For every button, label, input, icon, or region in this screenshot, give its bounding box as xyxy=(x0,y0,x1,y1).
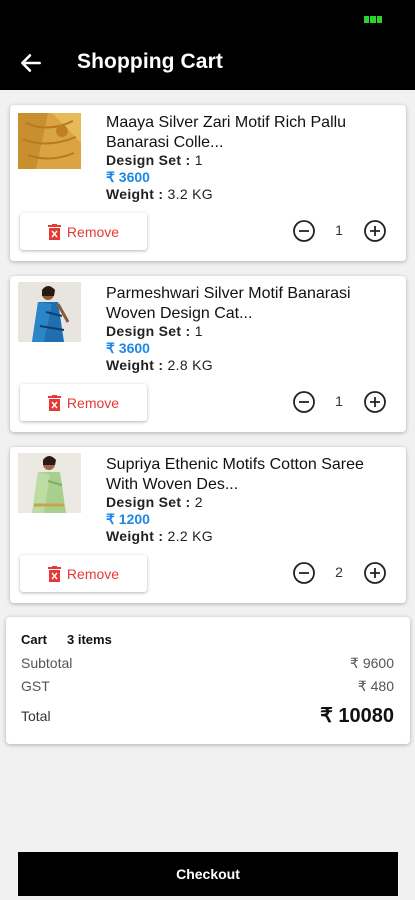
cart-item-count: 3 items xyxy=(67,632,112,647)
remove-label: Remove xyxy=(66,565,120,582)
product-image[interactable] xyxy=(18,113,81,169)
cart-summary: Cart 3 items Subtotal ₹ 9600 GST ₹ 480 T… xyxy=(6,617,410,744)
back-arrow-icon[interactable] xyxy=(18,50,44,76)
product-name: Maaya Silver Zari Motif Rich Pallu Banar… xyxy=(106,114,347,151)
checkout-button[interactable]: Checkout xyxy=(18,852,398,896)
product-weight: Weight : 3.2 KG xyxy=(106,186,213,202)
decrease-quantity-icon[interactable] xyxy=(292,219,316,243)
remove-label: Remove xyxy=(66,394,120,411)
battery-icon xyxy=(364,16,382,23)
design-set: Design Set : 1 xyxy=(106,152,203,168)
remove-button[interactable]: Remove xyxy=(20,213,147,250)
increase-quantity-icon[interactable] xyxy=(363,219,387,243)
cart-item-card: Supriya Ethenic Motifs Cotton Saree With… xyxy=(10,447,406,603)
subtotal-value: ₹ 9600 xyxy=(350,655,394,671)
product-image[interactable] xyxy=(18,282,81,342)
app-bar: Shopping Cart xyxy=(0,38,415,90)
trash-icon xyxy=(47,394,61,411)
remove-label: Remove xyxy=(66,223,120,240)
gst-label: GST xyxy=(21,678,50,694)
increase-quantity-icon[interactable] xyxy=(363,390,387,414)
cart-item-card: Maaya Silver Zari Motif Rich Pallu Banar… xyxy=(10,105,406,261)
gst-value: ₹ 480 xyxy=(357,678,394,694)
product-image[interactable] xyxy=(18,453,81,513)
product-name: Parmeshwari Silver Motif Banarasi Woven … xyxy=(106,285,351,322)
product-price: ₹ 3600 xyxy=(106,340,150,356)
quantity-value: 2 xyxy=(335,564,343,580)
quantity-value: 1 xyxy=(335,393,343,409)
product-weight: Weight : 2.8 KG xyxy=(106,357,213,373)
quantity-value: 1 xyxy=(335,222,343,238)
cart-label: Cart xyxy=(21,632,48,647)
decrease-quantity-icon[interactable] xyxy=(292,561,316,585)
trash-icon xyxy=(47,565,61,582)
status-bar xyxy=(0,0,415,38)
total-label: Total xyxy=(21,708,51,724)
product-name: Supriya Ethenic Motifs Cotton Saree With… xyxy=(106,456,364,493)
product-price: ₹ 1200 xyxy=(106,511,150,527)
product-weight: Weight : 2.2 KG xyxy=(106,528,213,544)
product-price: ₹ 3600 xyxy=(106,169,150,185)
subtotal-label: Subtotal xyxy=(21,655,73,671)
trash-icon xyxy=(47,223,61,240)
increase-quantity-icon[interactable] xyxy=(363,561,387,585)
design-set: Design Set : 2 xyxy=(106,494,203,510)
decrease-quantity-icon[interactable] xyxy=(292,390,316,414)
page-title: Shopping Cart xyxy=(77,50,223,73)
cart-item-card: Parmeshwari Silver Motif Banarasi Woven … xyxy=(10,276,406,432)
remove-button[interactable]: Remove xyxy=(20,384,147,421)
total-value: ₹ 10080 xyxy=(320,705,394,727)
remove-button[interactable]: Remove xyxy=(20,555,147,592)
design-set: Design Set : 1 xyxy=(106,323,203,339)
